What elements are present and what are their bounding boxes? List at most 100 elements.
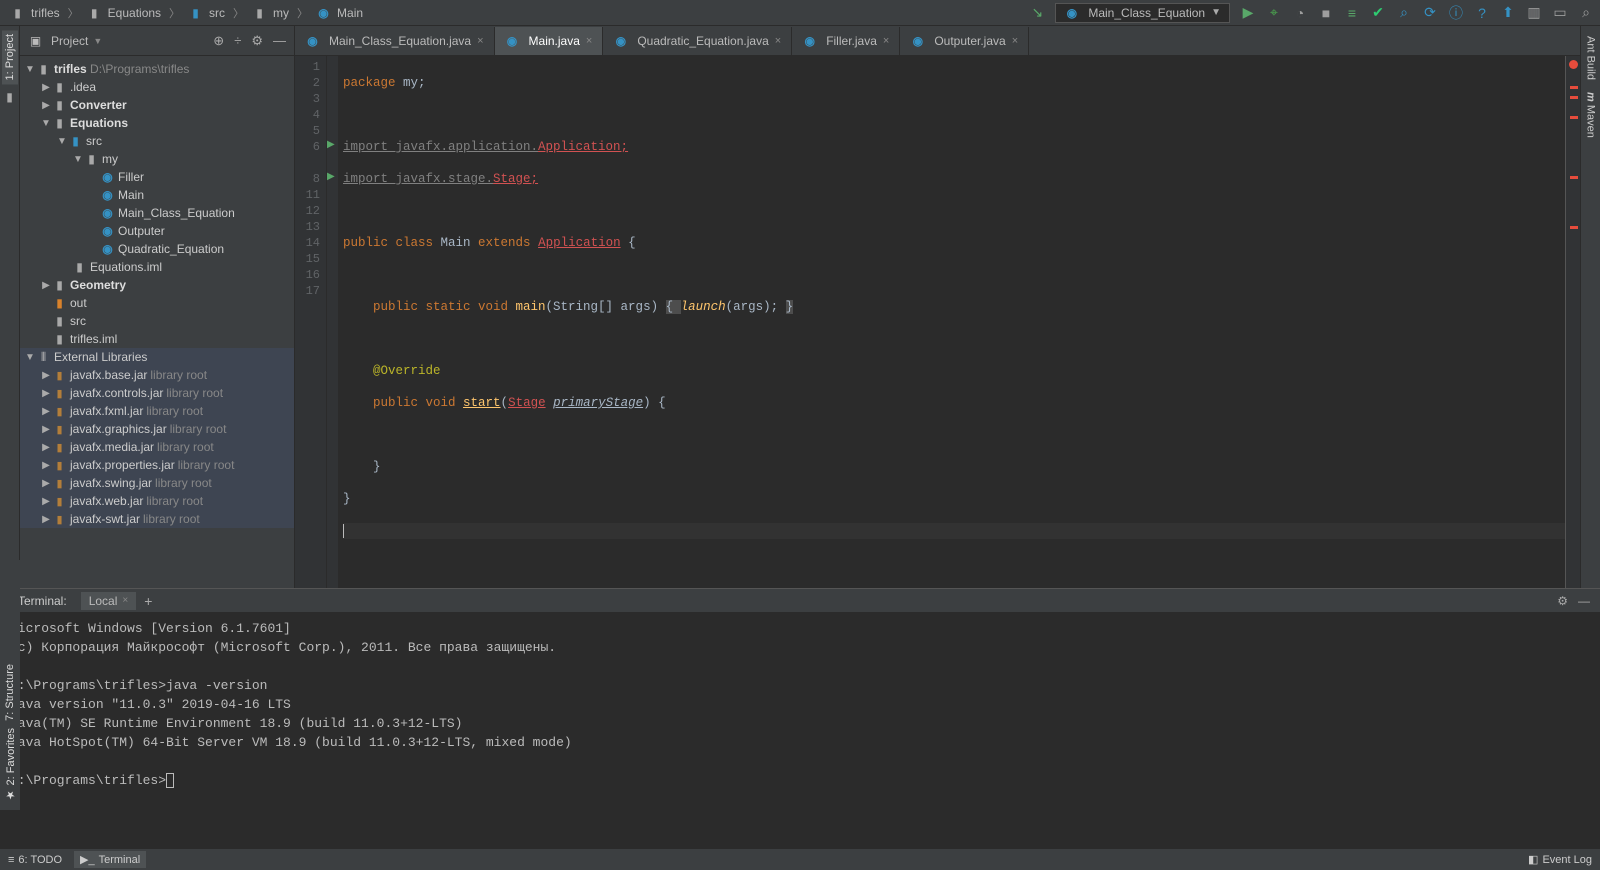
tree-file-main[interactable]: Main — [20, 186, 294, 204]
tree-root[interactable]: ▼▮trifles D:\Programs\trifles — [20, 60, 294, 78]
close-icon[interactable]: × — [883, 35, 889, 47]
terminal-button[interactable]: ▶_ Terminal — [74, 851, 146, 868]
close-icon[interactable]: × — [775, 35, 781, 47]
tree-eq-iml[interactable]: ▮Equations.iml — [20, 258, 294, 276]
tree-file-mce[interactable]: Main_Class_Equation — [20, 204, 294, 222]
bc-src[interactable]: ▮src — [184, 4, 229, 22]
fold-gutter[interactable]: ▶ ▶ — [327, 56, 339, 588]
tree-ext-lib[interactable]: ▼⦀External Libraries — [20, 348, 294, 366]
error-mark[interactable] — [1570, 96, 1578, 99]
tree-lib-1[interactable]: ▶javafx.controls.jarlibrary root — [20, 384, 294, 402]
tree-file-qe[interactable]: Quadratic_Equation — [20, 240, 294, 258]
tree-pkg-my[interactable]: ▼▮my — [20, 150, 294, 168]
info-icon[interactable]: ⓘ — [1448, 5, 1464, 21]
help-icon[interactable]: ? — [1474, 5, 1490, 21]
favorites-tool-tab[interactable]: ★ 2: Favorites — [2, 724, 19, 806]
tree-lib-8[interactable]: ▶javafx-swt.jarlibrary root — [20, 510, 294, 528]
tree-lib-2[interactable]: ▶javafx.fxml.jarlibrary root — [20, 402, 294, 420]
bc-equations[interactable]: ▮Equations — [83, 4, 165, 22]
maven-tool-tab[interactable]: m Maven — [1583, 86, 1599, 144]
structure-tool-tab[interactable]: 7: Structure — [2, 660, 18, 725]
terminal-body[interactable]: Microsoft Windows [Version 6.1.7601] (c)… — [0, 613, 1600, 848]
sync-icon[interactable]: ⟳ — [1422, 5, 1438, 21]
export-icon[interactable]: ⬆ — [1500, 5, 1516, 21]
target-icon[interactable]: ⊕ — [213, 33, 224, 49]
todo-button[interactable]: ≡ 6: TODO — [8, 851, 62, 868]
tab-main[interactable]: Main.java× — [495, 27, 604, 55]
module-icon: ▮ — [52, 98, 67, 112]
module-icon: ▮ — [52, 116, 67, 130]
hide-icon[interactable]: — — [1578, 594, 1590, 608]
status-right: ◧ Event Log — [1528, 853, 1592, 866]
error-mark[interactable] — [1570, 86, 1578, 89]
bookmark-icon[interactable]: ▮ — [6, 90, 13, 104]
lines-icon[interactable]: ≡ — [1344, 5, 1360, 21]
close-icon[interactable]: × — [477, 35, 483, 47]
run-line-icon[interactable]: ▶ — [327, 171, 335, 182]
top-nav: ▮trifles 〉 ▮Equations 〉 ▮src 〉 ▮my 〉 Mai… — [0, 0, 1600, 26]
tab-outputer[interactable]: Outputer.java× — [900, 27, 1029, 55]
left-bottom-tabs: 7: Structure ★ 2: Favorites — [0, 560, 20, 810]
error-mark[interactable] — [1570, 176, 1578, 179]
ant-tool-tab[interactable]: Ant Build — [1583, 30, 1599, 86]
tree-geometry[interactable]: ▶▮Geometry — [20, 276, 294, 294]
tree-idea[interactable]: ▶▮.idea — [20, 78, 294, 96]
project-view-selector[interactable]: ▣ Project ▼ — [28, 34, 102, 48]
close-icon[interactable]: × — [122, 595, 128, 606]
tab-qe[interactable]: Quadratic_Equation.java× — [603, 27, 792, 55]
bc-trifles[interactable]: ▮trifles — [6, 4, 64, 22]
tree-trifles-iml[interactable]: ▮trifles.iml — [20, 330, 294, 348]
tree-file-outputer[interactable]: Outputer — [20, 222, 294, 240]
build-icon[interactable]: ↘ — [1029, 5, 1045, 21]
tree-lib-4[interactable]: ▶javafx.media.jarlibrary root — [20, 438, 294, 456]
error-stripe[interactable] — [1566, 56, 1580, 588]
project-tree[interactable]: ▼▮trifles D:\Programs\trifles ▶▮.idea ▶▮… — [20, 56, 294, 588]
search-icon[interactable]: ⌕ — [1396, 5, 1412, 21]
debug-icon[interactable]: ⌖ — [1266, 5, 1282, 21]
tree-src[interactable]: ▼▮src — [20, 132, 294, 150]
gear-icon[interactable]: ⚙ — [1557, 594, 1568, 608]
coverage-icon[interactable]: ◔ — [1292, 5, 1308, 21]
close-icon[interactable]: × — [1012, 35, 1018, 47]
magnify-icon[interactable]: ⌕ — [1578, 5, 1594, 21]
tree-src2[interactable]: ▮src — [20, 312, 294, 330]
gear-icon[interactable]: ⚙ — [251, 33, 263, 49]
line-gutter[interactable]: 123 456 811 121314 151617 — [295, 56, 327, 588]
project-tool-tab[interactable]: 1: Project — [2, 30, 18, 84]
terminal-cursor — [166, 773, 174, 788]
run-icon[interactable]: ▶ — [1240, 5, 1256, 21]
add-terminal-button[interactable]: + — [136, 591, 160, 611]
tree-lib-0[interactable]: ▶javafx.base.jarlibrary root — [20, 366, 294, 384]
collapse-icon[interactable]: ÷ — [234, 33, 241, 49]
class-icon — [100, 188, 115, 202]
window-icon[interactable]: ▭ — [1552, 5, 1568, 21]
run-line-icon[interactable]: ▶ — [327, 139, 335, 150]
tree-out[interactable]: ▮out — [20, 294, 294, 312]
event-log-button[interactable]: ◧ Event Log — [1528, 853, 1592, 866]
run-config-selector[interactable]: Main_Class_Equation ▼ — [1055, 3, 1230, 23]
layout-icon[interactable]: ▥ — [1526, 5, 1542, 21]
terminal-tab-local[interactable]: Local× — [81, 592, 137, 610]
error-mark[interactable] — [1570, 226, 1578, 229]
bc-my[interactable]: ▮my — [248, 4, 293, 22]
error-indicator-icon[interactable] — [1569, 60, 1578, 69]
tree-file-filler[interactable]: Filler — [20, 168, 294, 186]
editor-body: 123 456 811 121314 151617 ▶ ▶ package my… — [295, 56, 1580, 588]
tab-filler[interactable]: Filler.java× — [792, 27, 900, 55]
tree-lib-5[interactable]: ▶javafx.properties.jarlibrary root — [20, 456, 294, 474]
code-editor[interactable]: package my; import javafx.application.Ap… — [339, 56, 1566, 588]
stop-icon[interactable]: ■ — [1318, 5, 1334, 21]
bc-main[interactable]: Main — [312, 4, 367, 22]
tree-lib-6[interactable]: ▶javafx.swing.jarlibrary root — [20, 474, 294, 492]
class-icon — [100, 224, 115, 238]
tree-converter[interactable]: ▶▮Converter — [20, 96, 294, 114]
tree-lib-7[interactable]: ▶javafx.web.jarlibrary root — [20, 492, 294, 510]
hide-icon[interactable]: — — [273, 33, 286, 49]
folder-icon: ▮ — [52, 314, 67, 328]
tree-lib-3[interactable]: ▶javafx.graphics.jarlibrary root — [20, 420, 294, 438]
tab-mce[interactable]: Main_Class_Equation.java× — [295, 27, 495, 55]
close-icon[interactable]: × — [586, 35, 592, 47]
tree-equations[interactable]: ▼▮Equations — [20, 114, 294, 132]
check-icon[interactable]: ✔ — [1370, 5, 1386, 21]
error-mark[interactable] — [1570, 116, 1578, 119]
